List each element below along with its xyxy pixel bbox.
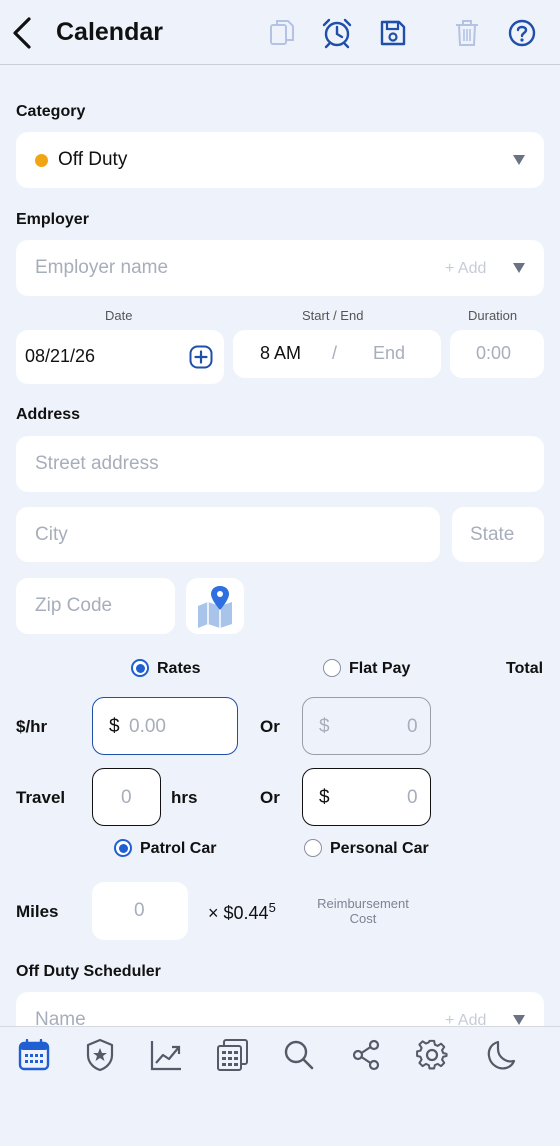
category-label: Category — [16, 103, 86, 120]
flat-placeholder: 0 — [407, 716, 418, 737]
reimbursement-label-line2: Cost — [349, 911, 377, 926]
back-icon[interactable] — [10, 16, 34, 50]
employer-add-button[interactable]: + Add — [445, 260, 486, 278]
map-button[interactable] — [186, 578, 244, 634]
zip-code-placeholder: Zip Code — [35, 595, 113, 616]
patrol-car-radio[interactable] — [114, 839, 132, 857]
flat-currency: $ — [319, 716, 330, 737]
time-separator: / — [332, 343, 338, 363]
or-label: Or — [260, 717, 280, 736]
category-color-dot — [35, 154, 48, 167]
copy-icon[interactable] — [267, 18, 297, 48]
hrs-label: hrs — [171, 788, 198, 807]
city-placeholder: City — [35, 524, 68, 545]
hourly-rate-input[interactable]: $ 0.00 — [92, 697, 238, 755]
chevron-down-icon — [513, 263, 525, 273]
street-address-placeholder: Street address — [35, 453, 159, 474]
travel-flat-placeholder: 0 — [407, 787, 418, 808]
rates-radio[interactable] — [131, 659, 149, 677]
start-end-field[interactable]: 8 AM / End — [233, 330, 441, 378]
miles-label: Miles — [16, 902, 59, 921]
rates-label: Rates — [157, 660, 201, 677]
mileage-rate-value: × $0.44 — [208, 903, 269, 923]
date-field[interactable]: 08/21/26 — [16, 330, 224, 384]
alarm-clock-icon[interactable] — [320, 16, 354, 50]
page-title: Calendar — [56, 18, 163, 46]
state-placeholder: State — [470, 524, 515, 545]
add-date-icon[interactable] — [189, 345, 213, 369]
flat-pay-radio[interactable] — [323, 659, 341, 677]
address-label: Address — [16, 406, 81, 423]
save-icon[interactable] — [378, 18, 408, 48]
personal-car-radio[interactable] — [304, 839, 322, 857]
travel-label: Travel — [16, 788, 66, 807]
tab-badge-icon[interactable] — [85, 1038, 115, 1072]
travel-flat-input[interactable]: $ 0 — [302, 768, 431, 826]
flat-pay-input[interactable]: $ 0 — [302, 697, 431, 755]
miles-input[interactable]: 0 — [92, 882, 188, 940]
reimbursement-label-line1: Reimbursement — [317, 896, 409, 911]
travel-hours-input[interactable]: 0 — [92, 768, 161, 826]
tab-dark-mode-icon[interactable] — [486, 1039, 516, 1071]
category-select[interactable]: Off Duty — [16, 132, 544, 188]
employer-label: Employer — [16, 211, 89, 228]
tab-share-icon[interactable] — [352, 1039, 380, 1071]
category-value: Off Duty — [58, 149, 128, 170]
map-pin-icon — [196, 584, 234, 628]
start-end-label: Start / End — [302, 308, 364, 323]
tab-trends-icon[interactable] — [150, 1039, 183, 1071]
patrol-car-label: Patrol Car — [140, 840, 217, 857]
employer-select[interactable]: Employer name + Add — [16, 240, 544, 296]
total-label: Total — [506, 660, 544, 677]
flat-pay-label: Flat Pay — [349, 660, 411, 677]
zip-code-input[interactable]: Zip Code — [16, 578, 175, 634]
hourly-rate-label: $/hr — [16, 717, 48, 736]
or-label-travel: Or — [260, 788, 280, 807]
chevron-down-icon — [513, 1015, 525, 1025]
state-input[interactable]: State — [452, 507, 544, 562]
miles-placeholder: 0 — [134, 900, 145, 921]
duration-label: Duration — [468, 308, 518, 323]
tab-calendar-icon[interactable] — [18, 1038, 50, 1071]
help-icon[interactable] — [507, 18, 537, 48]
mileage-rate: × $0.445 — [208, 900, 276, 924]
tab-search-icon[interactable] — [284, 1039, 314, 1071]
scheduler-label: Off Duty Scheduler — [16, 963, 161, 980]
trash-icon[interactable] — [453, 18, 481, 48]
travel-flat-currency: $ — [319, 787, 330, 808]
personal-car-label: Personal Car — [330, 840, 429, 857]
street-address-input[interactable]: Street address — [16, 436, 544, 492]
duration-placeholder: 0:00 — [476, 343, 512, 363]
reimbursement-cost-label: Reimbursement Cost — [308, 896, 418, 926]
hourly-placeholder: 0.00 — [129, 716, 166, 737]
hourly-currency: $ — [109, 716, 120, 737]
date-value: 08/21/26 — [25, 346, 96, 366]
date-label: Date — [105, 308, 133, 323]
duration-field[interactable]: 0:00 — [450, 330, 544, 378]
chevron-down-icon — [513, 155, 525, 165]
header-bar: Calendar — [0, 0, 560, 65]
city-input[interactable]: City — [16, 507, 440, 562]
tab-reports-icon[interactable] — [216, 1038, 249, 1072]
tab-bar — [0, 1026, 560, 1146]
mileage-rate-superscript: 5 — [268, 900, 276, 915]
start-time-value[interactable]: 8 AM — [260, 343, 301, 364]
travel-hours-placeholder: 0 — [121, 787, 132, 808]
end-time-placeholder[interactable]: End — [373, 343, 405, 364]
tab-settings-icon[interactable] — [416, 1039, 448, 1071]
employer-placeholder: Employer name — [35, 257, 169, 278]
